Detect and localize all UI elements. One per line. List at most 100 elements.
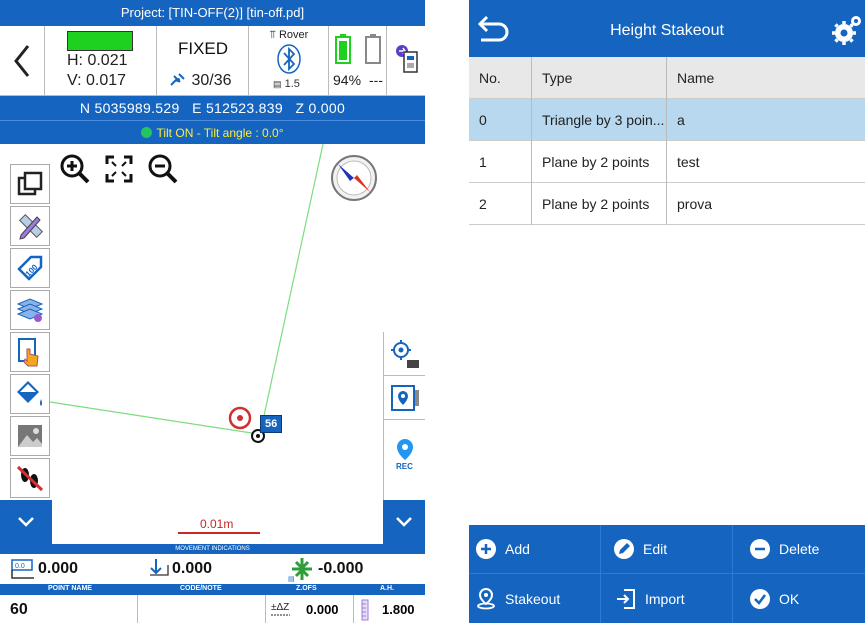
svg-text:0.0: 0.0 xyxy=(15,563,25,570)
z-offset-icon: ±ΔZ xyxy=(271,602,290,616)
receiver-mode: Rover xyxy=(278,29,309,41)
map-poi-button[interactable] xyxy=(384,376,425,420)
tilt-status-bar: Tilt ON - Tilt angle : 0.0° xyxy=(0,120,425,144)
row-type: Plane by 2 points xyxy=(531,183,666,225)
map-view[interactable]: 100 REC 56 0.01m xyxy=(0,144,425,544)
v-precision: V: 0.017 xyxy=(67,72,127,89)
edit-button[interactable]: Edit xyxy=(601,525,733,574)
code-note-cell[interactable] xyxy=(138,595,266,623)
header-name[interactable]: Name xyxy=(666,57,865,99)
layers-gear-icon xyxy=(16,298,44,322)
zoom-out-icon[interactable] xyxy=(148,154,178,184)
layers-copy-button[interactable] xyxy=(10,164,50,204)
import-button[interactable]: Import xyxy=(601,574,733,623)
battery-icon xyxy=(335,34,351,64)
record-point-button[interactable]: REC xyxy=(384,434,425,474)
zoom-controls xyxy=(60,154,178,184)
stakeout-button[interactable]: Stakeout xyxy=(469,574,601,623)
chevron-down-icon xyxy=(396,517,412,527)
pencil-ruler-icon xyxy=(18,213,44,240)
tilt-status-text: Tilt ON - Tilt angle : 0.0° xyxy=(156,126,284,140)
add-label: Add xyxy=(505,541,530,557)
gps-target-button[interactable] xyxy=(384,332,425,376)
survey-screen: Project: [TIN-OFF(2)] [tin-off.pd] H: 0.… xyxy=(0,0,425,623)
fix-cell[interactable]: FIXED 30/36 xyxy=(157,26,249,96)
ah-value: 1.800 xyxy=(382,602,415,617)
ok-button[interactable]: OK xyxy=(733,574,865,623)
check-icon xyxy=(750,588,770,609)
zoom-extent-icon[interactable] xyxy=(104,154,134,184)
target-point-icon xyxy=(228,406,252,430)
row-name: a xyxy=(666,99,865,141)
gps-target-icon xyxy=(390,339,419,368)
header-type[interactable]: Type xyxy=(531,57,666,99)
delete-button[interactable]: Delete xyxy=(733,525,865,574)
back-button[interactable] xyxy=(0,26,45,96)
background-image-button[interactable] xyxy=(10,416,50,456)
col-code-note: CODE/NOTE xyxy=(180,585,222,592)
add-button[interactable]: Add xyxy=(469,525,601,574)
scale-bar xyxy=(178,532,260,534)
col-ah: A.H. xyxy=(380,585,394,592)
edit-label: Edit xyxy=(643,541,668,557)
signal-icon: ▤ xyxy=(273,79,282,89)
page-title: Height Stakeout xyxy=(610,22,724,39)
stakeout-label: Stakeout xyxy=(505,590,561,607)
movement-row: 0.0 0.000 0.000 ▤ -0.000 xyxy=(0,554,425,584)
coordinates-bar: N 5035989.529 E 512523.839 Z 0.000 xyxy=(0,96,425,120)
tag-button[interactable]: 100 xyxy=(10,248,50,288)
touch-select-button[interactable] xyxy=(10,332,50,372)
row-no: 0 xyxy=(479,112,487,128)
table-row[interactable]: 2 Plane by 2 points prova xyxy=(469,183,865,225)
delete-label: Delete xyxy=(779,541,820,557)
row-name: prova xyxy=(666,183,865,225)
paint-bucket-icon xyxy=(17,381,42,406)
image-icon xyxy=(18,425,42,447)
precision-cell[interactable]: H: 0.021 V: 0.017 xyxy=(45,26,157,96)
layer-settings-button[interactable] xyxy=(10,290,50,330)
zoom-in-icon[interactable] xyxy=(60,154,90,184)
collapse-left-toolbar-button[interactable] xyxy=(0,500,52,544)
fill-layer-button[interactable] xyxy=(10,374,50,414)
battery-percent: 94% xyxy=(333,72,362,88)
project-title-bar: Project: [TIN-OFF(2)] [tin-off.pd] xyxy=(0,0,425,26)
draw-tools-button[interactable] xyxy=(10,206,50,246)
receiver-cell[interactable]: ⫪ Rover ▤ 1.5 xyxy=(249,26,329,96)
footsteps-button[interactable] xyxy=(10,458,50,498)
z-ofs-cell[interactable]: ±ΔZ 0.000 xyxy=(266,595,354,623)
map-poi-icon xyxy=(390,384,419,411)
horizontal-distance-icon: 0.0 xyxy=(11,559,34,579)
antenna-height-icon xyxy=(361,599,369,621)
ah-cell[interactable]: 1.800 xyxy=(354,595,425,623)
chevron-down-icon xyxy=(18,517,34,527)
svg-text:▤: ▤ xyxy=(288,576,295,582)
header-no[interactable]: No. xyxy=(469,57,531,99)
horizontal-distance: 0.000 xyxy=(38,560,79,577)
chevron-left-icon xyxy=(14,45,30,77)
point-name: 60 xyxy=(10,601,28,618)
point-name-cell[interactable]: 60 xyxy=(0,595,138,623)
collapse-right-toolbar-button[interactable] xyxy=(383,500,425,544)
height-stakeout-screen: Height Stakeout No. Type Name 0 Triangle… xyxy=(469,0,865,623)
device-button[interactable] xyxy=(387,26,425,96)
add-icon xyxy=(476,539,496,559)
row-no: 1 xyxy=(479,154,487,170)
compass-icon[interactable] xyxy=(330,154,378,202)
col-z-ofs: Z.OFS xyxy=(296,585,317,592)
down-arrow-icon xyxy=(150,559,169,576)
action-bar: Add Edit Delete Stakeout Import OK xyxy=(469,525,865,623)
device-exit-icon xyxy=(396,45,418,73)
back-icon[interactable] xyxy=(477,14,511,44)
settings-gear-icon[interactable] xyxy=(831,14,863,46)
movement-indications-bar: MOVEMENT INDICATIONS xyxy=(0,544,425,554)
stakeout-pin-icon xyxy=(477,587,495,609)
table-row[interactable]: 0 Triangle by 3 poin... a xyxy=(469,99,865,141)
battery-empty-icon xyxy=(365,34,381,64)
ok-label: OK xyxy=(779,590,800,607)
edit-icon xyxy=(614,539,634,559)
fix-state: FIXED xyxy=(177,39,229,58)
table-row[interactable]: 1 Plane by 2 points test xyxy=(469,141,865,183)
h-precision: H: 0.021 xyxy=(67,52,128,69)
point-label-badge: 56 xyxy=(260,415,283,433)
app-header: Height Stakeout xyxy=(469,0,865,57)
